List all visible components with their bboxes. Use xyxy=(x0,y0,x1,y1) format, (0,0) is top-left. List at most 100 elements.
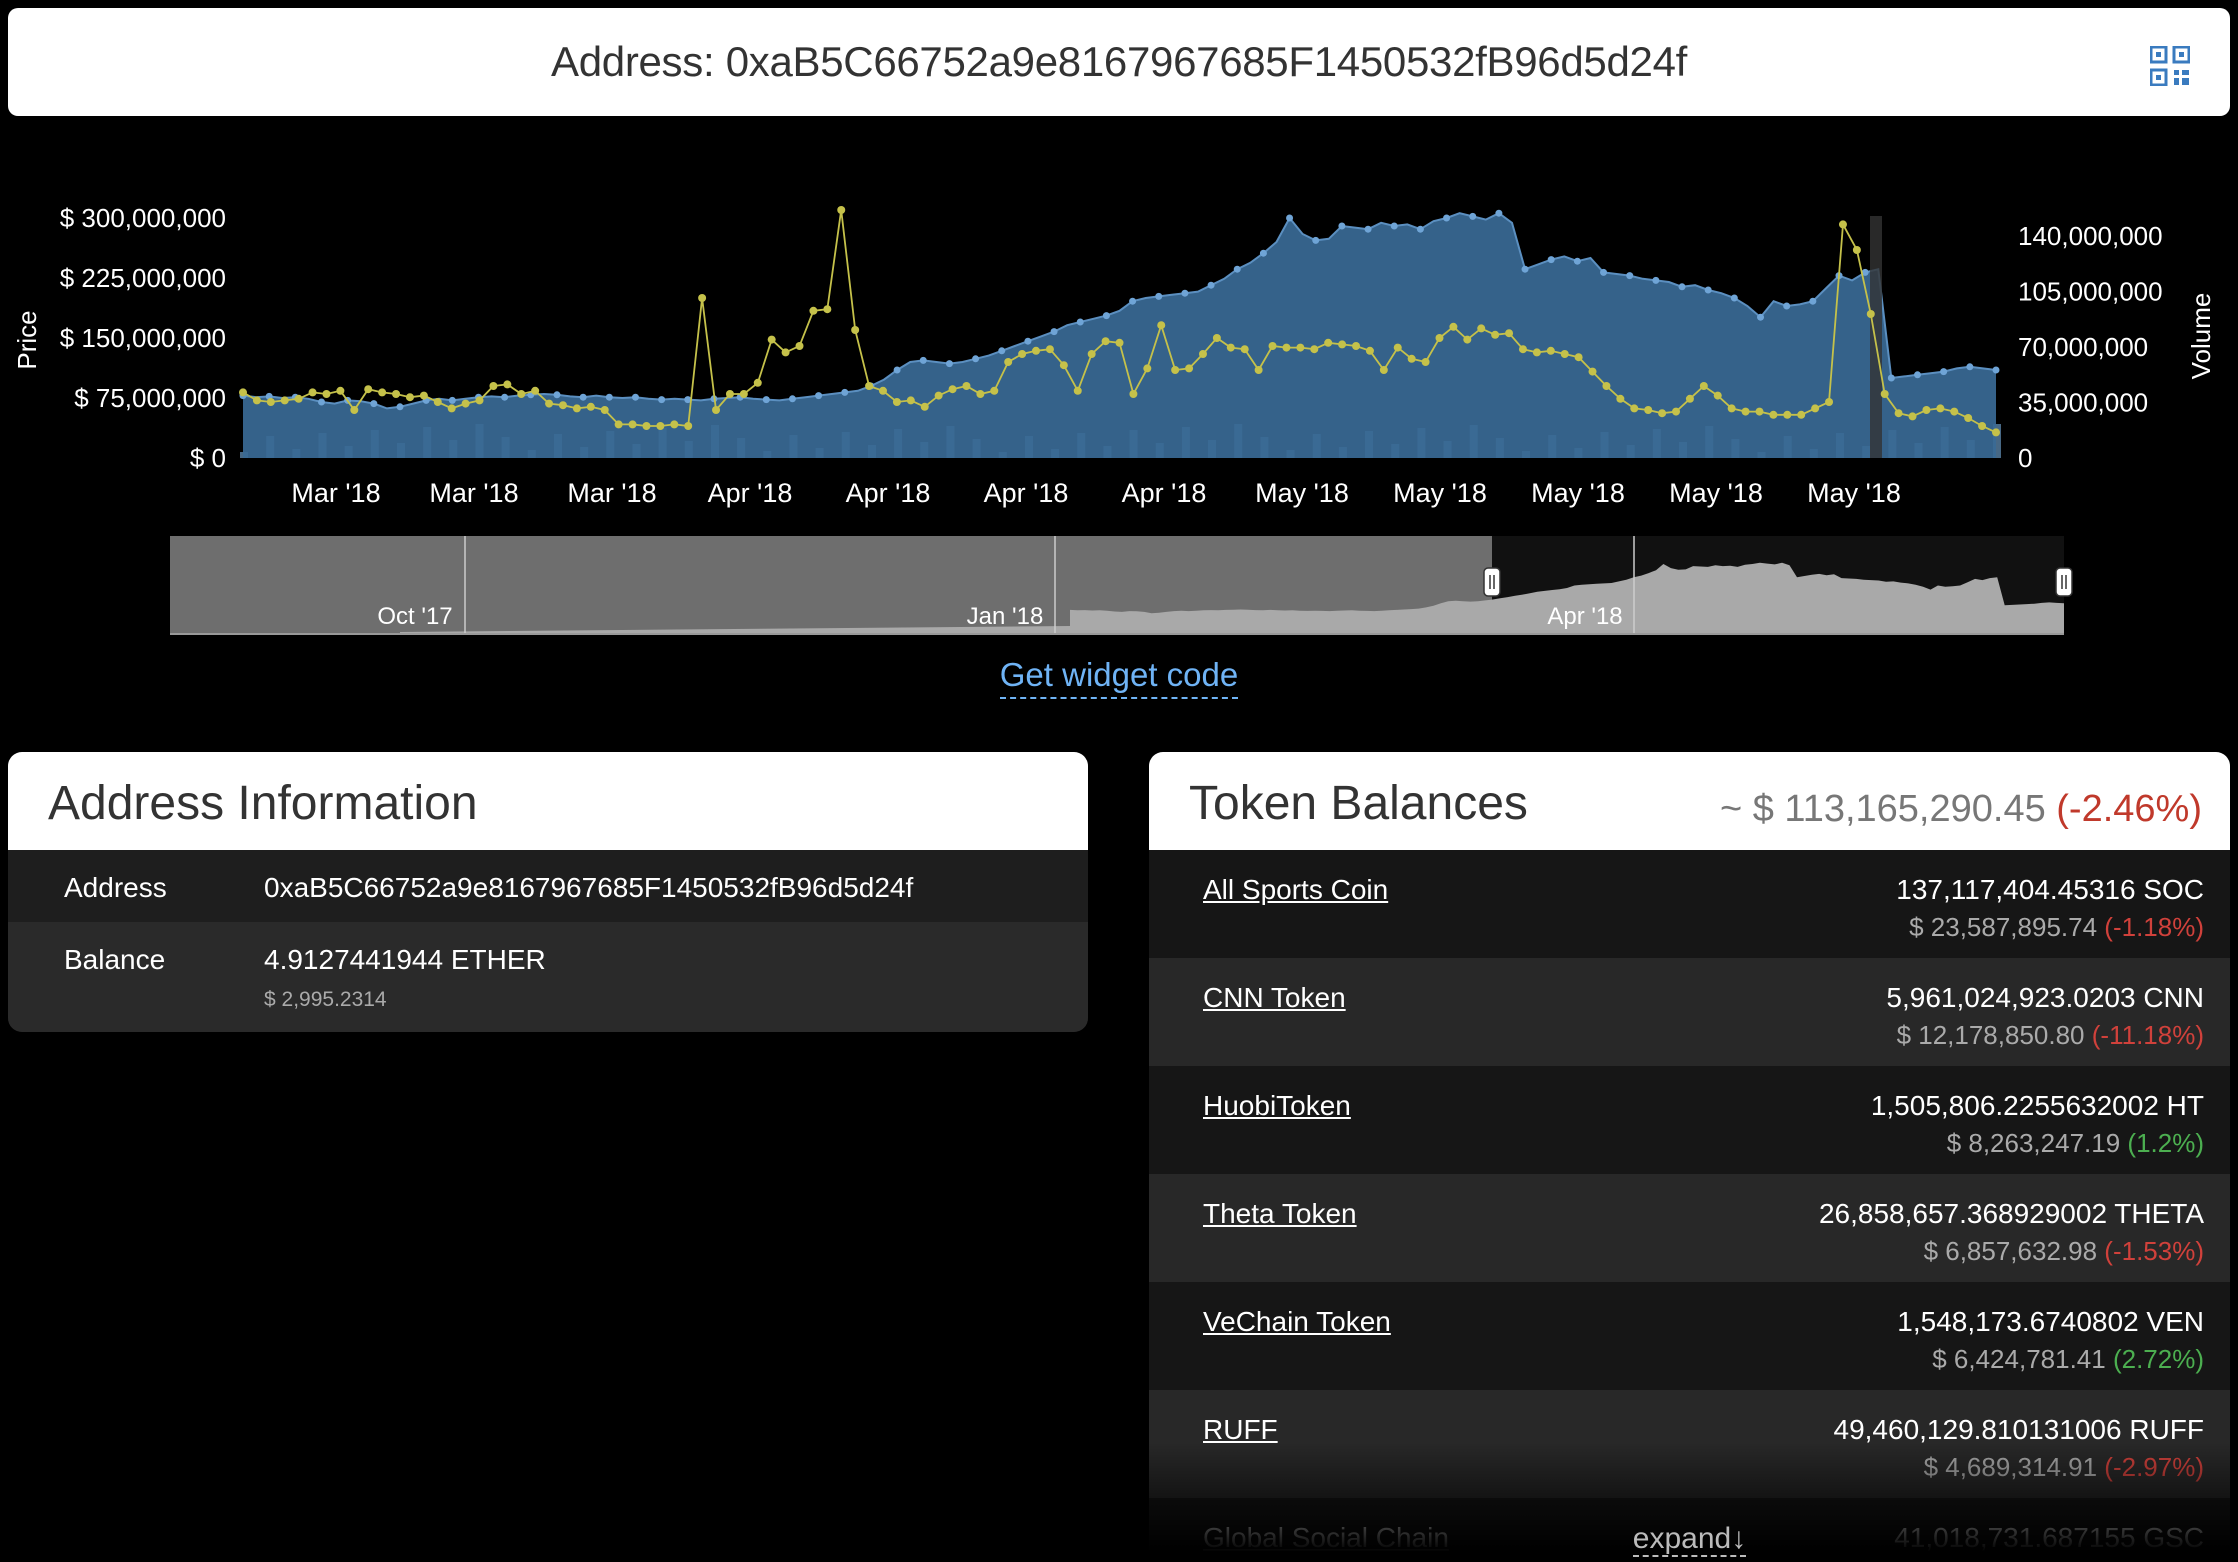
price-point xyxy=(1652,276,1660,284)
volume-point xyxy=(1560,350,1569,358)
volume-point xyxy=(1198,350,1207,358)
token-usd-value: $ 12,178,850.80 xyxy=(1896,1020,2085,1050)
volume-point xyxy=(1087,350,1096,358)
volume-point xyxy=(489,382,498,390)
chart-svg[interactable]: $ 300,000,000 $ 225,000,000 $ 150,000,000 $… xyxy=(0,150,2238,550)
balance-value: 4.9127441944 ETHER xyxy=(264,944,546,975)
volume-point xyxy=(433,398,442,406)
address-value: 0xaB5C66752a9e8167967685F1450532fB96d5d2… xyxy=(264,872,914,903)
range-navigator[interactable]: Oct '17 Jan '18 Apr '18 xyxy=(0,530,2238,650)
navigator-handle[interactable] xyxy=(2055,567,2073,597)
address-label: Address xyxy=(64,872,167,903)
volume-point xyxy=(1769,410,1778,419)
price-point xyxy=(1338,222,1346,230)
qr-code-icon[interactable] xyxy=(2150,46,2190,86)
expand-button[interactable]: expand↓ xyxy=(1632,1522,1747,1557)
token-name-link[interactable]: HuobiToken xyxy=(1203,1090,1351,1122)
token-usd: $ 8,263,247.19 (1.2%) xyxy=(1947,1128,2204,1159)
volume-point xyxy=(294,394,303,403)
volume-point xyxy=(1783,410,1792,419)
x-tick: May '18 xyxy=(1531,478,1625,508)
volume-point xyxy=(1505,329,1514,338)
token-usd: $ 23,587,895.74 (-1.18%) xyxy=(1909,912,2204,943)
token-amount: 26,858,657.368929002 THETA xyxy=(1818,1198,2204,1229)
volume-point xyxy=(614,420,623,429)
volume-point xyxy=(239,388,247,397)
price-point xyxy=(1259,249,1267,257)
volume-point xyxy=(656,422,665,430)
token-name-link[interactable]: All Sports Coin xyxy=(1203,874,1388,906)
volume-point xyxy=(712,406,721,414)
price-point xyxy=(841,388,849,396)
price-point xyxy=(1390,222,1398,230)
token-usd-value: $ 6,424,781.41 xyxy=(1932,1344,2106,1374)
address-header: Address: 0xaB5C66752a9e8167967685F145053… xyxy=(8,8,2230,116)
volume-point xyxy=(892,398,901,406)
balance-usd: $ 2,995.2314 xyxy=(264,988,387,1011)
volume-point xyxy=(1393,343,1402,352)
price-point xyxy=(1102,312,1110,320)
address-info-header: Address Information xyxy=(8,752,1088,850)
token-amount: 137,117,404.45316 SOC xyxy=(1896,874,2204,905)
token-row: Theta Token 26,858,657.368929002 THETA $ 6… xyxy=(1149,1174,2230,1282)
token-change: (-2.97%) xyxy=(2104,1452,2204,1482)
token-amount: 1,548,173.6740802 VEN xyxy=(1897,1306,2204,1337)
volume-point xyxy=(266,398,275,406)
price-point xyxy=(919,356,927,364)
token-name-link[interactable]: CNN Token xyxy=(1203,982,1346,1014)
token-name-link[interactable]: VeChain Token xyxy=(1203,1306,1391,1338)
price-point xyxy=(1469,212,1477,220)
volume-point xyxy=(795,342,804,350)
token-name-link[interactable]: RUFF xyxy=(1203,1414,1278,1446)
volume-point xyxy=(684,422,693,430)
price-area xyxy=(243,213,1996,458)
volume-point xyxy=(1157,321,1166,330)
token-usd: $ 4,689,314.91 (-2.97%) xyxy=(1924,1452,2204,1483)
volume-point xyxy=(1296,343,1305,352)
volume-point xyxy=(1602,382,1611,390)
navigator-tick: Jan '18 xyxy=(967,603,1044,630)
volume-point xyxy=(725,390,734,398)
y-right-tick: 105,000,000 xyxy=(2018,277,2163,307)
price-point xyxy=(631,393,639,401)
volume-point xyxy=(1059,361,1068,370)
price-point xyxy=(553,391,561,399)
volume-point xyxy=(1171,366,1180,374)
token-name-link[interactable]: Theta Token xyxy=(1203,1198,1357,1230)
volume-point xyxy=(670,420,679,429)
price-point xyxy=(658,396,666,404)
hover-band xyxy=(1870,216,1882,458)
x-tick: Apr '18 xyxy=(846,478,931,508)
get-widget-code-link[interactable]: Get widget code xyxy=(999,656,1239,699)
token-list: All Sports Coin 137,117,404.45316 SOC $ 23… xyxy=(1149,850,2230,1562)
volume-point xyxy=(837,206,846,214)
volume-point xyxy=(1421,358,1430,366)
x-tick: Apr '18 xyxy=(984,478,1069,508)
y-left-tick: $ 0 xyxy=(190,443,226,473)
volume-point xyxy=(1922,406,1931,414)
price-point xyxy=(815,392,823,400)
price-point xyxy=(1364,225,1372,233)
volume-point xyxy=(1672,407,1681,416)
price-point xyxy=(1024,337,1032,345)
volume-point xyxy=(865,382,874,390)
navigator-handle[interactable] xyxy=(1483,567,1501,597)
volume-point xyxy=(252,396,261,405)
volume-point xyxy=(1838,220,1847,229)
volume-point xyxy=(767,335,776,344)
balance-label: Balance xyxy=(64,944,166,975)
token-usd: $ 12,178,850.80 (-11.18%) xyxy=(1897,1020,2204,1051)
volume-point xyxy=(405,393,414,402)
volume-point xyxy=(1212,334,1221,342)
price-point xyxy=(1129,297,1137,305)
price-point xyxy=(1600,268,1608,276)
volume-point xyxy=(572,404,581,413)
token-amount: 49,460,129.810131006 RUFF xyxy=(1833,1414,2205,1445)
x-tick: Mar '18 xyxy=(567,478,656,508)
price-point xyxy=(1233,265,1241,273)
y-left-tick: $ 150,000,000 xyxy=(60,323,226,353)
volume-point xyxy=(1268,342,1277,350)
token-usd: $ 6,424,781.41 (2.72%) xyxy=(1932,1344,2204,1375)
volume-point xyxy=(308,388,317,397)
balance-chart[interactable]: $ 300,000,000 $ 225,000,000 $ 150,000,000 $… xyxy=(0,150,2238,550)
